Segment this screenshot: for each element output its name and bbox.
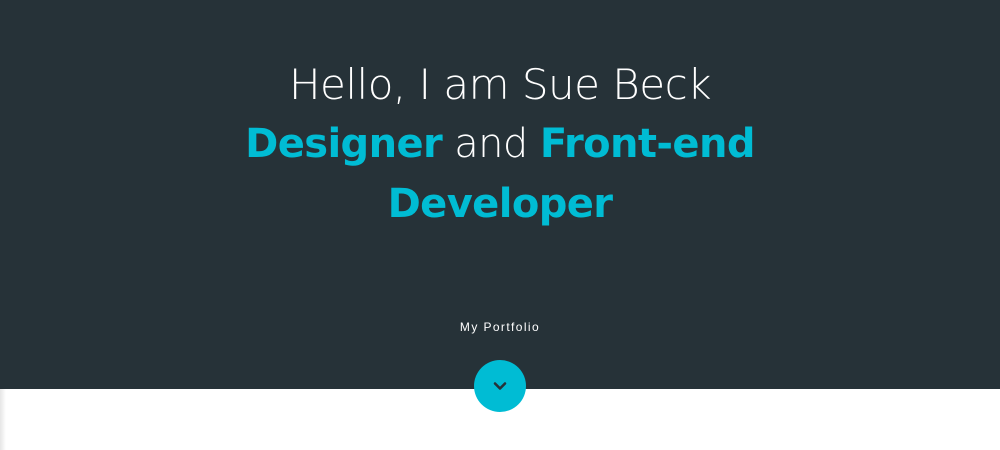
role-connector: and [454,121,528,167]
portfolio-label: My Portfolio [459,320,541,334]
scroll-down-button[interactable] [474,360,526,412]
hero-headline: Hello, I am Sue Beck Designer and Front-… [0,56,1000,234]
role-front-end-developer: Front-end Developer [387,121,756,227]
hero-roles: Designer and Front-end Developer [220,114,780,234]
chevron-down-icon [490,376,510,396]
hero-greeting: Hello, I am Sue Beck [288,60,712,109]
hero-section: Hello, I am Sue Beck Designer and Front-… [0,0,1000,389]
content-edge-shadow [0,389,6,450]
role-designer: Designer [245,121,443,167]
